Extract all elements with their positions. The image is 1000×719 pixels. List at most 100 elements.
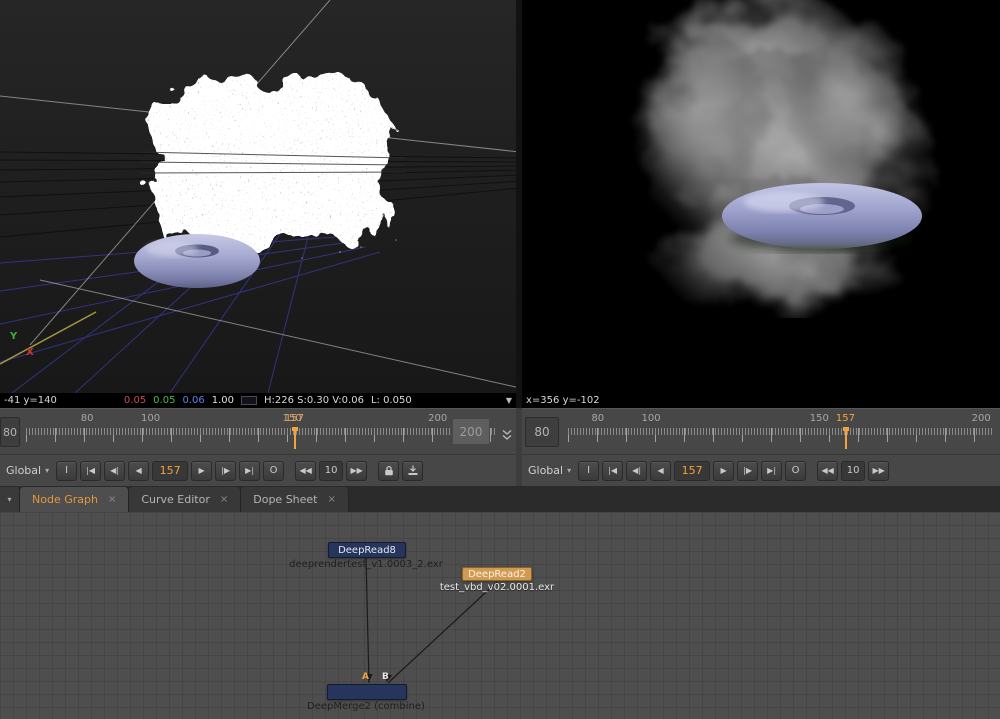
range-start-field[interactable]: 80: [525, 417, 559, 447]
node-title-label: DeepMerge2 (combine): [236, 701, 496, 712]
tick-label: 150: [810, 413, 829, 424]
prev-frame-button[interactable]: ◀: [128, 461, 149, 481]
viewport-2d-image: [522, 0, 1000, 393]
render-download-icon: [407, 465, 419, 476]
current-frame-label: 157: [285, 413, 304, 424]
axis-x-label: X: [26, 347, 34, 358]
double-chevron-down-icon: [502, 429, 512, 441]
transport-left: Global ▾ I |◀ ◀| ◀ 157 ▶ |▶ ▶| O ◀◀ 10 ▶…: [0, 454, 516, 486]
go-last-frame-button[interactable]: ▶|: [761, 461, 782, 481]
step-back-button[interactable]: ◀◀: [817, 461, 838, 481]
node-title: DeepRead2: [468, 569, 526, 580]
node-deepmerge2[interactable]: [327, 684, 407, 700]
prev-keyframe-button[interactable]: ◀|: [104, 461, 125, 481]
step-forward-button[interactable]: ▶▶: [868, 461, 889, 481]
tick-label: 80: [591, 413, 604, 424]
pane-menu-button[interactable]: ▾: [0, 487, 20, 512]
frame-increment-field[interactable]: 10: [841, 461, 865, 481]
blue-value: 0.06: [182, 395, 204, 406]
step-back-button[interactable]: ◀◀: [295, 461, 316, 481]
range-start-field[interactable]: 80: [0, 417, 20, 447]
node-graph-canvas[interactable]: DeepRead8 deeprendertest_v1.0003_2.exr D…: [0, 512, 1000, 719]
chevron-down-icon[interactable]: ▼: [506, 396, 512, 405]
step-forward-button[interactable]: ▶▶: [346, 461, 367, 481]
current-frame-marker[interactable]: 157: [845, 412, 847, 452]
viewport-2d[interactable]: [522, 0, 1000, 393]
next-keyframe-button[interactable]: |▶: [737, 461, 758, 481]
prev-keyframe-button[interactable]: ◀|: [626, 461, 647, 481]
chevron-down-icon: ▾: [7, 495, 11, 504]
node-wires: [0, 512, 1000, 719]
dock-tab-bar: ▾ Node Graph × Curve Editor × Dope Sheet…: [0, 486, 1000, 512]
go-first-frame-button[interactable]: |◀: [602, 461, 623, 481]
go-last-frame-button[interactable]: ▶|: [239, 461, 260, 481]
tab-dope-sheet[interactable]: Dope Sheet ×: [241, 487, 349, 512]
axis-y-label: Y: [10, 331, 17, 342]
global-label: Global: [6, 464, 41, 477]
next-frame-button[interactable]: ▶: [713, 461, 734, 481]
tick-label: 200: [972, 413, 991, 424]
viewport-3d[interactable]: Y X: [0, 0, 520, 393]
set-in-button[interactable]: I: [578, 461, 599, 481]
frame-ruler[interactable]: 80 100 150 200 157: [26, 412, 496, 452]
flipbook-render-button[interactable]: [402, 461, 423, 481]
node-title: DeepRead8: [338, 545, 396, 556]
set-out-button[interactable]: O: [263, 461, 284, 481]
next-keyframe-button[interactable]: |▶: [215, 461, 236, 481]
sampled-color-swatch: [241, 396, 257, 405]
global-range-dropdown[interactable]: Global ▾: [526, 464, 575, 477]
timeline-left: 80 80 100 150 200 157 200: [0, 408, 516, 454]
node-file-label: deeprendertest_v1.0003_2.exr: [236, 559, 496, 570]
close-icon[interactable]: ×: [220, 494, 228, 505]
current-frame-label: 157: [836, 413, 855, 424]
frame-increment-field[interactable]: 10: [319, 461, 343, 481]
tick-label: 100: [141, 413, 160, 424]
viewport-3d-scene: [0, 0, 520, 393]
tab-label: Curve Editor: [141, 493, 210, 506]
viewer-left-statusbar: -41 y=140 0.05 0.05 0.06 1.00 H:226 S:0.…: [0, 393, 516, 408]
nuke-window: Y X: [0, 0, 1000, 719]
set-in-button[interactable]: I: [56, 461, 77, 481]
tab-node-graph[interactable]: Node Graph ×: [20, 487, 129, 512]
tab-label: Dope Sheet: [253, 493, 317, 506]
collapse-timeline-button[interactable]: [499, 421, 515, 449]
range-end-field[interactable]: 200: [452, 418, 490, 445]
lock-range-button[interactable]: [378, 461, 399, 481]
prev-frame-button[interactable]: ◀: [650, 461, 671, 481]
cursor-coords: x=356 y=-102: [526, 395, 600, 406]
tick-label: 200: [428, 413, 447, 424]
close-icon[interactable]: ×: [108, 494, 116, 505]
pane-divider: [516, 0, 522, 408]
input-b-label: B: [382, 672, 389, 682]
chevron-down-icon: ▾: [45, 466, 49, 475]
chevron-down-icon: ▾: [567, 466, 571, 475]
frame-ruler[interactable]: 80 100 150 200 157: [568, 412, 994, 452]
current-frame-marker[interactable]: 157: [294, 412, 296, 452]
node-deepread8[interactable]: DeepRead8: [328, 542, 406, 558]
next-frame-button[interactable]: ▶: [191, 461, 212, 481]
tab-label: Node Graph: [32, 493, 98, 506]
input-a-label: A: [362, 672, 369, 682]
close-icon[interactable]: ×: [328, 494, 336, 505]
current-frame-field[interactable]: 157: [674, 461, 710, 481]
tab-curve-editor[interactable]: Curve Editor ×: [129, 487, 241, 512]
set-out-button[interactable]: O: [785, 461, 806, 481]
current-frame-field[interactable]: 157: [152, 461, 188, 481]
tick-label: 100: [642, 413, 661, 424]
cursor-coords: -41 y=140: [4, 395, 57, 406]
timeline-right: 80 80 100 150 200 157: [522, 408, 1000, 454]
node-deepread2[interactable]: DeepRead2: [462, 567, 532, 581]
luminance-value: L: 0.050: [371, 395, 412, 406]
node-file-label: test_vbd_v02.0001.exr: [367, 582, 627, 593]
global-label: Global: [528, 464, 563, 477]
lock-icon: [384, 465, 394, 476]
go-first-frame-button[interactable]: |◀: [80, 461, 101, 481]
green-value: 0.05: [153, 395, 175, 406]
pixel-rgba-values: 0.05 0.05 0.06 1.00: [124, 395, 234, 406]
tick-strip: [568, 428, 994, 453]
global-range-dropdown[interactable]: Global ▾: [4, 464, 53, 477]
transport-right: Global ▾ I |◀ ◀| ◀ 157 ▶ |▶ ▶| O ◀◀ 10 ▶…: [522, 454, 1000, 486]
hsv-values: H:226 S:0.30 V:0.06: [264, 395, 364, 406]
viewer-right-statusbar: x=356 y=-102: [522, 393, 1000, 408]
red-value: 0.05: [124, 395, 146, 406]
